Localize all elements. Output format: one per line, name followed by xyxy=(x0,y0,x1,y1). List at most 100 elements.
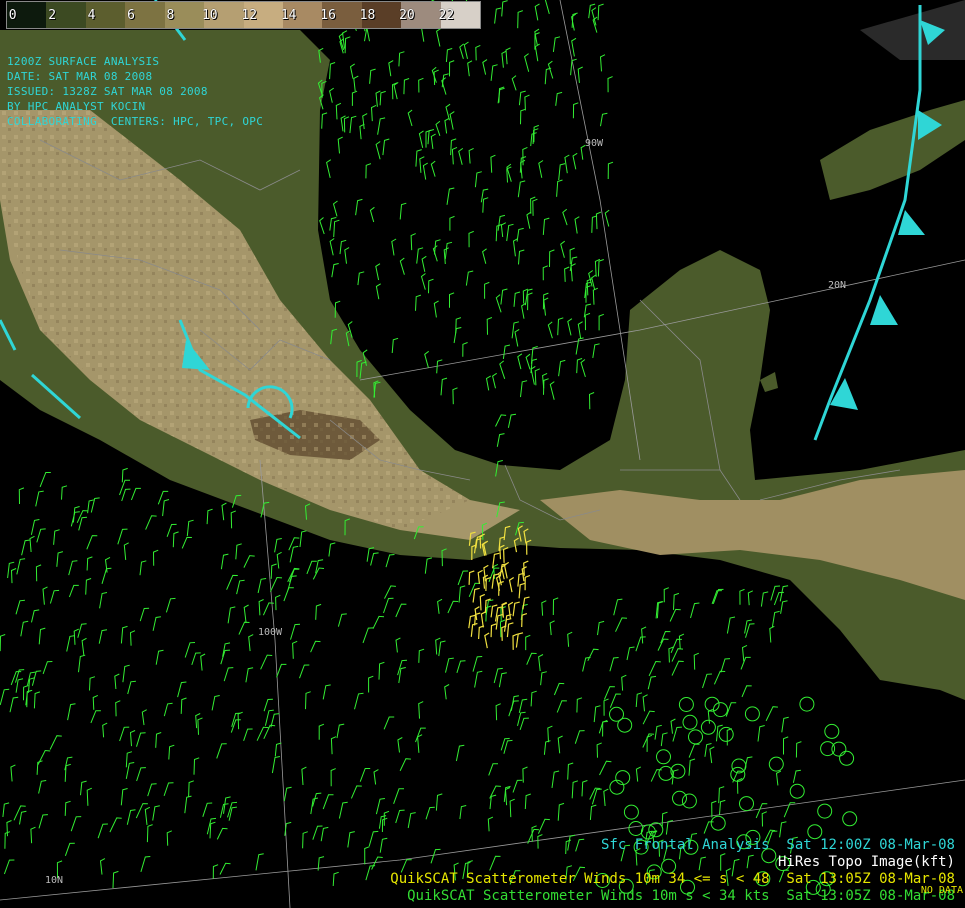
wind-barb xyxy=(499,619,506,638)
wind-barb xyxy=(670,718,676,734)
wind-barb xyxy=(487,816,494,832)
wind-barb xyxy=(506,622,514,638)
wind-barb xyxy=(534,368,540,386)
wind-barb xyxy=(609,693,621,708)
wind-barb xyxy=(543,297,549,316)
wind-barb xyxy=(542,265,548,281)
wind-barb xyxy=(407,109,413,127)
calm-wind-circle xyxy=(839,750,855,766)
wind-barb xyxy=(564,154,570,174)
wind-barb xyxy=(379,90,386,106)
wind-barb xyxy=(274,742,282,757)
wind-barb xyxy=(36,528,46,543)
wind-barb xyxy=(80,780,87,796)
wind-barb xyxy=(53,529,60,545)
wind-barb xyxy=(582,656,591,672)
wind-barb xyxy=(665,820,674,835)
wind-barb xyxy=(344,36,351,54)
wind-barb xyxy=(534,43,540,62)
wind-barb xyxy=(564,266,570,282)
wind-barb xyxy=(511,75,517,91)
wind-barb xyxy=(399,202,407,220)
wind-barb xyxy=(783,802,796,818)
wind-barb xyxy=(407,812,416,829)
wind-barb xyxy=(85,578,92,595)
florida-land xyxy=(860,0,965,60)
wind-barb xyxy=(520,108,526,125)
wind-barb xyxy=(127,680,136,695)
wind-barb xyxy=(477,569,483,584)
wind-barb xyxy=(329,238,335,256)
colorbar-label: 22 xyxy=(438,7,455,23)
wind-barb xyxy=(571,37,577,57)
wind-barb xyxy=(287,567,300,583)
wind-barb xyxy=(283,786,292,802)
wind-barb xyxy=(641,626,647,644)
wind-barb xyxy=(370,104,377,122)
calm-wind-circle xyxy=(713,702,728,718)
wind-barb xyxy=(595,211,602,230)
wind-barb xyxy=(117,528,128,545)
wind-barb xyxy=(410,233,416,251)
wind-barb xyxy=(395,603,407,618)
colorbar-label: 10 xyxy=(201,7,218,23)
wind-barb xyxy=(78,654,86,673)
wind-barb xyxy=(42,661,53,675)
wind-barb xyxy=(552,36,561,52)
wind-barb xyxy=(329,87,334,103)
wind-barb xyxy=(425,806,435,820)
wind-barb xyxy=(212,864,219,879)
wind-barb xyxy=(2,802,10,818)
wind-barb xyxy=(322,794,334,810)
wind-barb xyxy=(500,288,508,305)
wind-barb xyxy=(571,780,579,799)
wind-barb xyxy=(488,763,498,776)
wind-barb xyxy=(570,263,576,282)
wind-barb xyxy=(86,556,93,571)
header-line-date: DATE: SAT MAR 08 2008 xyxy=(7,70,153,83)
wind-barb xyxy=(779,821,787,838)
wind-barb xyxy=(780,600,788,614)
wind-barb xyxy=(761,811,767,827)
wind-barb xyxy=(184,642,196,658)
wind-barb xyxy=(331,263,339,278)
wind-barb xyxy=(603,788,609,807)
calm-wind-circle xyxy=(744,706,760,722)
wind-barb xyxy=(560,240,565,258)
wind-barb xyxy=(547,60,554,79)
wind-barb xyxy=(16,558,26,575)
calm-wind-circle xyxy=(831,741,847,757)
wind-barb xyxy=(64,800,71,816)
wind-barb xyxy=(292,640,298,659)
wind-barb xyxy=(417,734,423,753)
colorbar-label: 6 xyxy=(127,7,135,23)
wind-barb xyxy=(518,249,525,265)
wind-barb xyxy=(596,742,602,758)
wind-barb xyxy=(547,321,553,339)
wind-barb xyxy=(783,736,789,755)
wind-barb xyxy=(613,598,623,616)
wind-barb xyxy=(524,793,531,810)
wind-barb xyxy=(276,663,287,678)
wind-barb xyxy=(515,632,524,648)
wind-barb xyxy=(501,0,508,17)
wind-barb xyxy=(66,635,75,652)
wind-barb xyxy=(399,257,405,275)
wind-barb xyxy=(501,50,507,68)
wind-barb xyxy=(377,117,386,135)
wind-barb xyxy=(319,217,325,235)
wind-barb xyxy=(549,249,555,268)
wind-barb xyxy=(517,353,523,370)
wind-barb xyxy=(482,59,488,75)
wind-barb xyxy=(650,769,662,782)
wind-barb xyxy=(558,163,566,181)
wind-barb xyxy=(781,716,789,733)
wind-barb xyxy=(609,657,619,672)
wind-barb xyxy=(223,667,234,682)
wind-barb xyxy=(136,767,146,782)
wind-barb xyxy=(384,585,396,599)
header-line-title: 1200Z SURFACE ANALYSIS xyxy=(7,55,160,68)
wind-barb xyxy=(435,120,441,136)
wind-barb xyxy=(512,779,523,793)
wind-barb xyxy=(89,676,96,691)
